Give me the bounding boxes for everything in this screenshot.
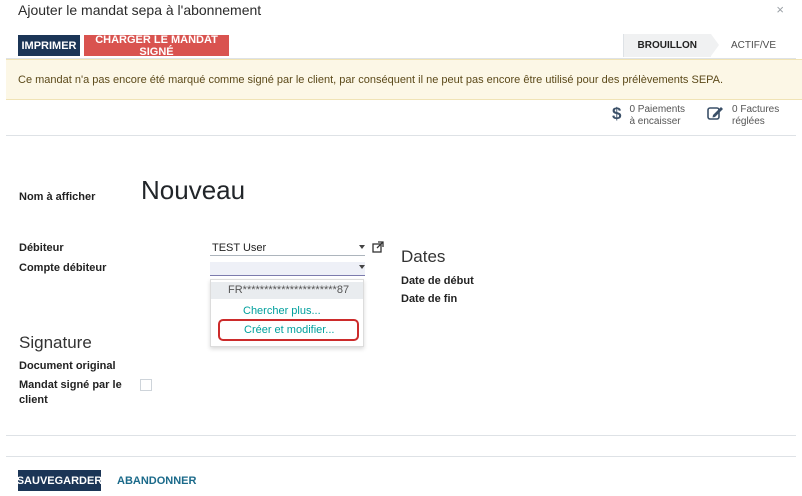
debtor-value: TEST User xyxy=(212,242,267,254)
payments-smart-button[interactable]: $ 0 Paiements à encaisser xyxy=(612,104,685,128)
invoices-caption: réglées xyxy=(732,116,765,127)
status-active[interactable]: ACTIF/VE xyxy=(711,34,790,57)
unsigned-alert: Ce mandat n'a pas encore été marqué comm… xyxy=(6,59,802,100)
display-name-label: Nom à afficher xyxy=(19,191,96,203)
dollar-icon: $ xyxy=(612,104,622,123)
payments-caption: à encaisser xyxy=(629,116,681,127)
search-more-option[interactable]: Chercher plus... xyxy=(211,303,363,319)
cancel-button[interactable]: ABANDONNER xyxy=(111,470,202,491)
status-draft[interactable]: BROUILLON xyxy=(622,34,720,57)
invoices-smart-button[interactable]: 0 Factures réglées xyxy=(706,104,779,128)
chevron-down-icon[interactable] xyxy=(359,245,365,249)
charge-signed-mandate-button[interactable]: CHARGER LE MANDAT SIGNÉ xyxy=(84,34,229,58)
signed-by-client-label: Mandat signé par le client xyxy=(19,379,122,406)
status-bar: BROUILLON ACTIF/VE xyxy=(622,34,790,57)
save-button[interactable]: SAUVEGARDER xyxy=(17,470,102,491)
debtor-label: Débiteur xyxy=(19,242,64,254)
dates-section-title: Dates xyxy=(401,247,446,266)
create-edit-option[interactable]: Créer et modifier... xyxy=(218,319,359,341)
account-dropdown: FR**********************87 Chercher plus… xyxy=(210,279,364,347)
payments-count: 0 Paiements xyxy=(629,104,686,115)
signature-section-title: Signature xyxy=(19,333,92,352)
chevron-down-icon[interactable] xyxy=(359,265,365,269)
dropdown-option-iban[interactable]: FR**********************87 xyxy=(211,282,363,299)
external-link-icon[interactable] xyxy=(372,241,384,253)
sheet-divider xyxy=(6,135,796,136)
end-date-label: Date de fin xyxy=(401,293,458,305)
footer-divider-2 xyxy=(6,456,796,457)
footer-divider xyxy=(6,435,796,436)
display-name-value: Nouveau xyxy=(141,175,246,205)
start-date-label: Date de début xyxy=(401,275,474,287)
close-icon[interactable]: × xyxy=(776,2,784,17)
debtor-field[interactable]: TEST User xyxy=(210,242,365,256)
modal-title: Ajouter le mandat sepa à l'abonnement xyxy=(18,2,262,18)
debtor-account-label: Compte débiteur xyxy=(19,262,107,274)
invoices-count: 0 Factures xyxy=(732,104,780,115)
edit-invoice-icon xyxy=(706,104,724,127)
signed-by-client-checkbox[interactable] xyxy=(140,379,152,391)
debtor-account-field[interactable] xyxy=(210,262,365,276)
original-document-label: Document original xyxy=(19,360,116,372)
print-button[interactable]: IMPRIMER xyxy=(18,35,80,56)
